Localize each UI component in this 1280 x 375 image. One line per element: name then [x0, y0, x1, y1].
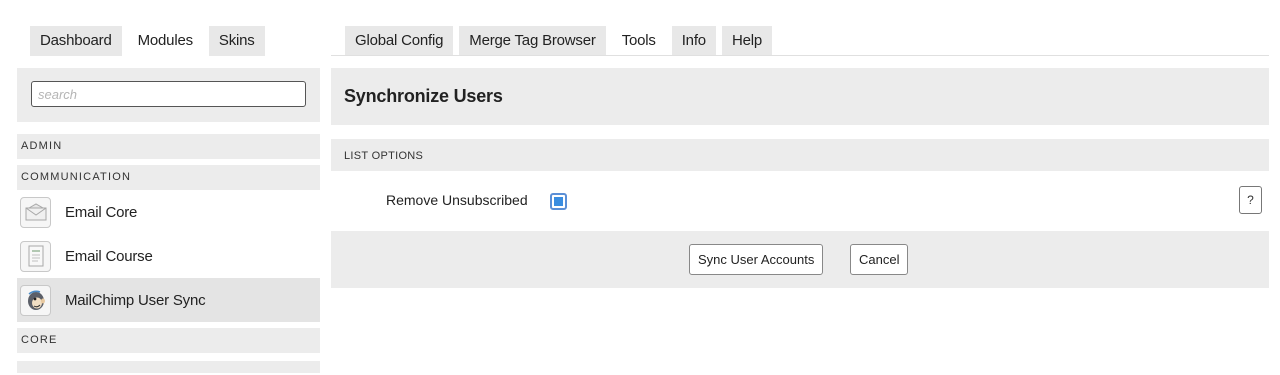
tab-skins[interactable]: Skins: [208, 26, 265, 56]
category-next[interactable]: [17, 361, 320, 373]
remove-unsubscribed-checkbox[interactable]: [550, 193, 567, 210]
document-icon: [20, 240, 51, 272]
section-header: LIST OPTIONS: [331, 139, 1269, 171]
sidebar-item-label: MailChimp User Sync: [65, 291, 206, 309]
tabs-divider: [331, 55, 1269, 56]
sidebar-item-label: Email Core: [65, 203, 138, 221]
category-admin[interactable]: ADMIN: [17, 134, 320, 159]
category-core[interactable]: CORE: [17, 328, 320, 353]
tab-dashboard[interactable]: Dashboard: [30, 26, 122, 56]
tab-info[interactable]: Info: [671, 26, 716, 56]
mailchimp-icon: [20, 284, 51, 316]
sidebar-item-email-course[interactable]: Email Course: [17, 234, 320, 278]
sync-user-accounts-button[interactable]: Sync User Accounts: [689, 244, 824, 275]
sidebar-item-mailchimp-user-sync[interactable]: MailChimp User Sync: [17, 278, 320, 322]
page-title: Synchronize Users: [344, 86, 503, 106]
page-header: Synchronize Users: [331, 68, 1269, 125]
tab-help[interactable]: Help: [721, 26, 773, 56]
help-button[interactable]: ?: [1239, 186, 1262, 214]
tab-merge-tag-browser[interactable]: Merge Tag Browser: [459, 26, 606, 56]
sidebar-item-label: Email Course: [65, 247, 153, 265]
cancel-button[interactable]: Cancel: [850, 244, 909, 275]
search-input[interactable]: [31, 81, 306, 107]
search-bar: [17, 68, 320, 122]
module-tabs: Dashboard Modules Skins: [30, 26, 265, 56]
section-title: LIST OPTIONS: [344, 150, 424, 162]
sidebar-item-email-core[interactable]: Email Core: [17, 190, 320, 234]
option-row: Remove Unsubscribed ?: [331, 171, 1269, 231]
remove-unsubscribed-label: Remove Unsubscribed: [386, 192, 528, 208]
action-bar: Sync User Accounts Cancel: [331, 231, 1269, 288]
main-tabs: Global Config Merge Tag Browser Tools In…: [345, 26, 773, 56]
tab-modules[interactable]: Modules: [127, 26, 203, 56]
module-sidebar: ADMIN COMMUNICATION Email Core Email Cou…: [17, 68, 320, 373]
envelope-icon: [20, 196, 51, 228]
category-communication[interactable]: COMMUNICATION: [17, 165, 320, 190]
checkbox-check-mark: [554, 197, 563, 206]
tab-global-config[interactable]: Global Config: [345, 26, 454, 56]
tab-tools[interactable]: Tools: [611, 26, 666, 56]
